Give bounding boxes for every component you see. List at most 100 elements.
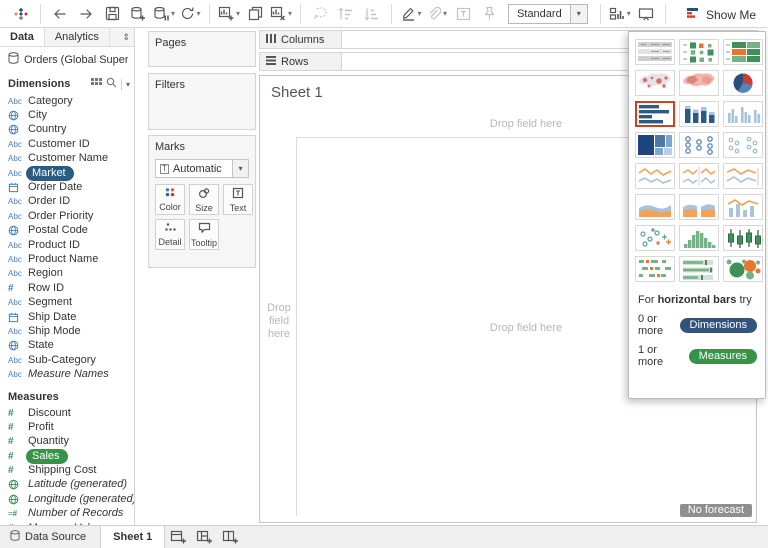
- field-region[interactable]: AbcRegion: [0, 267, 134, 281]
- showme-horizontal-bars[interactable]: [635, 101, 675, 127]
- field-postal-code[interactable]: Postal Code: [0, 224, 134, 238]
- mark-type-dropdown[interactable]: T Automatic ▾: [155, 159, 249, 178]
- showme-treemap[interactable]: [635, 132, 675, 158]
- field-number-of-records[interactable]: =#Number of Records: [0, 507, 134, 521]
- presentation-icon: [638, 7, 654, 21]
- drop-zone-rows[interactable]: Drop field here: [262, 302, 296, 341]
- view-as-icon[interactable]: [91, 78, 102, 91]
- field-latitude-generated[interactable]: Latitude (generated): [0, 478, 134, 492]
- marks-detail-button[interactable]: Detail: [155, 219, 185, 250]
- showme-stacked-bars[interactable]: [679, 101, 719, 127]
- showme-continuous-lines[interactable]: [635, 163, 675, 189]
- field-longitude-generated[interactable]: Longitude (generated): [0, 492, 134, 506]
- fit-mode-select[interactable]: Standard▾: [508, 4, 588, 24]
- showme-dual-combination[interactable]: [723, 194, 763, 220]
- pane-tab-analytics[interactable]: Analytics: [45, 28, 110, 46]
- field-market[interactable]: AbcMarket: [0, 166, 134, 180]
- field-measure-names[interactable]: AbcMeasure Names: [0, 367, 134, 381]
- field-segment[interactable]: AbcSegment: [0, 295, 134, 309]
- marks-text-button[interactable]: Text: [223, 184, 253, 215]
- field-shipping-cost[interactable]: #Shipping Cost: [0, 463, 134, 477]
- showme-text-table[interactable]: [635, 39, 675, 65]
- field-customer-name[interactable]: AbcCustomer Name: [0, 152, 134, 166]
- showme-continuous-area[interactable]: [635, 194, 675, 220]
- field-product-name[interactable]: AbcProduct Name: [0, 252, 134, 266]
- showme-box-and-whisker[interactable]: [723, 225, 763, 251]
- data-connection[interactable]: Orders (Global Supersto...: [0, 47, 134, 71]
- duplicate-sheet-button[interactable]: [244, 2, 266, 26]
- showme-side-by-side-bars[interactable]: [723, 101, 763, 127]
- new-worksheet-tab-button[interactable]: [165, 526, 191, 548]
- marks-color-button[interactable]: Color: [155, 184, 185, 215]
- field-ship-date[interactable]: Ship Date: [0, 310, 134, 324]
- save-icon: [105, 6, 120, 21]
- show-me-button[interactable]: Show Me: [678, 2, 766, 27]
- field-category[interactable]: AbcCategory: [0, 94, 134, 108]
- showme-gantt[interactable]: [635, 256, 675, 282]
- search-icon[interactable]: [106, 77, 117, 91]
- pane-swap-icon[interactable]: ⇕: [110, 28, 134, 46]
- field-country[interactable]: Country: [0, 123, 134, 137]
- new-dashboard-tab-button[interactable]: [191, 526, 217, 548]
- showme-discrete-lines[interactable]: [679, 163, 719, 189]
- showme-dual-lines[interactable]: [723, 163, 763, 189]
- field-state[interactable]: State: [0, 339, 134, 353]
- showme-bullet-graph[interactable]: [679, 256, 719, 282]
- show-me-label: Show Me: [706, 8, 756, 22]
- undo-button[interactable]: [49, 2, 71, 26]
- save-button[interactable]: [101, 2, 123, 26]
- refresh-data-button[interactable]: ▾: [179, 2, 201, 26]
- clear-sheet-button[interactable]: ▾: [270, 2, 292, 26]
- field-ship-mode[interactable]: AbcShip Mode: [0, 324, 134, 338]
- field-sub-category[interactable]: AbcSub-Category: [0, 353, 134, 367]
- marks-size-button[interactable]: Size: [189, 184, 219, 215]
- field-row-id[interactable]: #Row ID: [0, 281, 134, 295]
- field-order-id[interactable]: AbcOrder ID: [0, 195, 134, 209]
- measures-pill[interactable]: Measures: [689, 349, 757, 364]
- showme-symbol-map[interactable]: [635, 70, 675, 96]
- redo-button[interactable]: [75, 2, 97, 26]
- new-story-tab-button[interactable]: [217, 526, 243, 548]
- field-product-id[interactable]: AbcProduct ID: [0, 238, 134, 252]
- filters-shelf[interactable]: Filters: [148, 73, 256, 130]
- pages-shelf[interactable]: Pages: [148, 31, 256, 67]
- marks-tooltip-button[interactable]: Tooltip: [189, 219, 219, 250]
- add-data-button[interactable]: [127, 2, 149, 26]
- field-order-priority[interactable]: AbcOrder Priority: [0, 209, 134, 223]
- new-worksheet-button[interactable]: ▾: [218, 2, 240, 26]
- field-customer-id[interactable]: AbcCustomer ID: [0, 137, 134, 151]
- field-label: Row ID: [26, 282, 70, 295]
- showme-heat-map[interactable]: [679, 39, 719, 65]
- field-city[interactable]: City: [0, 108, 134, 122]
- sort-descending-button[interactable]: [361, 2, 383, 26]
- pane-tab-data[interactable]: Data: [0, 28, 45, 46]
- data-source-tab[interactable]: Data Source: [0, 526, 100, 548]
- sort-ascending-button[interactable]: [335, 2, 357, 26]
- showme-scatter-plot[interactable]: [635, 225, 675, 251]
- pause-updates-button[interactable]: ▾: [153, 2, 175, 26]
- pane-menu-caret-icon[interactable]: ▾: [126, 80, 130, 89]
- showme-discrete-area[interactable]: [679, 194, 719, 220]
- show-hide-cards-button[interactable]: ▾: [609, 2, 631, 26]
- showme-filled-map[interactable]: [679, 70, 719, 96]
- showme-pie-chart[interactable]: [723, 70, 763, 96]
- dimensions-pill[interactable]: Dimensions: [680, 318, 757, 333]
- showme-highlight-table[interactable]: [723, 39, 763, 65]
- field-quantity[interactable]: #Quantity: [0, 435, 134, 449]
- field-discount[interactable]: #Discount: [0, 406, 134, 420]
- sheet-tab-sheet1[interactable]: Sheet 1: [100, 526, 165, 548]
- showme-packed-bubbles[interactable]: [723, 256, 763, 282]
- show-mark-labels-button[interactable]: [452, 2, 474, 26]
- field-profit[interactable]: #Profit: [0, 420, 134, 434]
- showme-circle-view[interactable]: [679, 132, 719, 158]
- member-group-button[interactable]: ▾: [426, 2, 448, 26]
- group-members-button[interactable]: [309, 2, 331, 26]
- field-sales[interactable]: #Sales: [0, 449, 134, 463]
- presentation-mode-button[interactable]: [635, 2, 657, 26]
- highlight-button[interactable]: ▾: [400, 2, 422, 26]
- tableau-window: ▾▾▾▾▾▾Standard▾▾ Show Me DataAnalytics⇕ …: [0, 0, 768, 548]
- field-order-date[interactable]: Order Date: [0, 180, 134, 194]
- showme-histogram[interactable]: [679, 225, 719, 251]
- showme-side-by-side-circles[interactable]: [723, 132, 763, 158]
- fix-axes-button[interactable]: [478, 2, 500, 26]
